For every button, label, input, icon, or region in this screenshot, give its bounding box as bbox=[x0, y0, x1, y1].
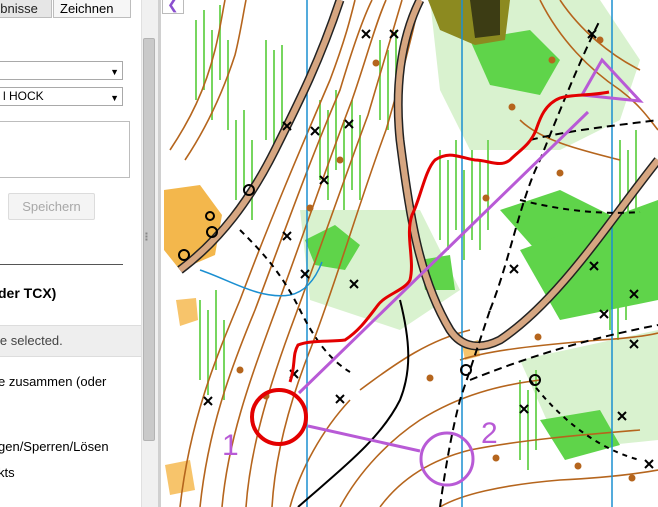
collapse-panel-button[interactable]: ❮ bbox=[162, 0, 184, 14]
control-2-number: 2 bbox=[481, 417, 498, 450]
chevron-down-icon: ▼ bbox=[110, 67, 119, 77]
chevron-left-icon: ❮ bbox=[167, 0, 179, 12]
orienteering-map[interactable]: 1 2 bbox=[161, 0, 658, 507]
comment-textarea[interactable] bbox=[0, 121, 130, 178]
menu-item-lock[interactable]: gen/Sperren/Lösen bbox=[0, 439, 109, 454]
divider bbox=[0, 264, 123, 265]
menu-item-merge[interactable]: e zusammen (oder bbox=[0, 374, 106, 389]
save-button[interactable]: Speichern bbox=[8, 193, 95, 220]
status-text: le selected. bbox=[0, 333, 63, 348]
chevron-down-icon: ▼ bbox=[110, 93, 119, 103]
status-bar: le selected. bbox=[0, 325, 158, 357]
tab-results[interactable]: ebnisse bbox=[0, 0, 52, 18]
course-select[interactable]: ▼ bbox=[0, 61, 123, 80]
menu-item-points[interactable]: kts bbox=[0, 465, 15, 480]
runner-select-value: l HOCK bbox=[3, 89, 44, 103]
runner-select[interactable]: l HOCK ▼ bbox=[0, 87, 123, 106]
side-panel: ebnisse Zeichnen ▼ l HOCK ▼ Speichern de… bbox=[0, 0, 158, 507]
tab-draw[interactable]: Zeichnen bbox=[53, 0, 131, 18]
section-heading: der TCX) bbox=[0, 285, 57, 301]
grip-icon: ▪ ▪ ▪ bbox=[145, 229, 148, 244]
control-1-number: 1 bbox=[222, 429, 239, 462]
